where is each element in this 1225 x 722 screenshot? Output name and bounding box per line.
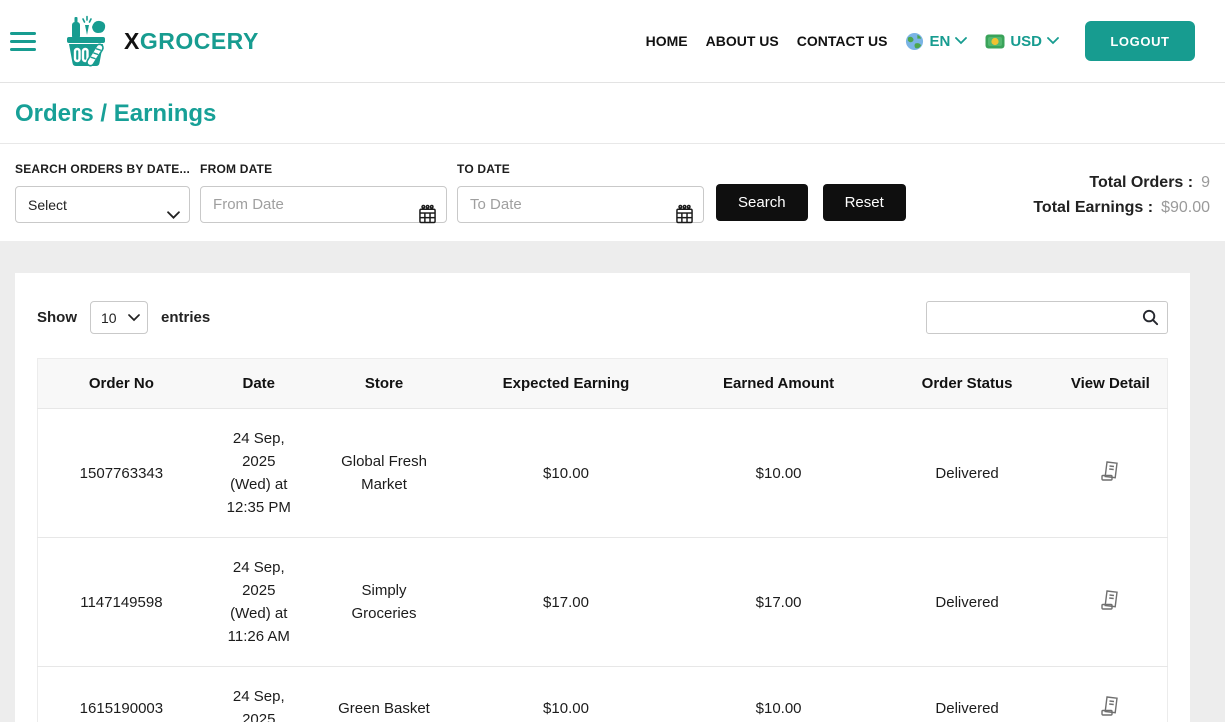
col-header-date: Date: [204, 358, 313, 409]
receipt-icon: [1101, 589, 1119, 610]
entries-label: entries: [161, 309, 211, 326]
view-detail-button[interactable]: [1096, 585, 1124, 618]
calendar-icon[interactable]: [674, 204, 695, 225]
view-detail-button[interactable]: [1096, 691, 1124, 722]
table-row: 1147149598 24 Sep, 2025 (Wed) at 11:26 A…: [37, 537, 1168, 667]
nav-home[interactable]: HOME: [646, 33, 688, 49]
chevron-down-icon: [955, 37, 968, 45]
top-header: XGROCERY HOME ABOUT US CONTACT US EN USD: [0, 0, 1225, 83]
to-date-field: TO DATE: [457, 162, 705, 225]
cell-store: Green Basket: [312, 666, 456, 722]
total-earnings-value: $90.00: [1161, 199, 1210, 216]
table-header-row: Order No Date Store Expected Earning Ear…: [37, 358, 1168, 409]
cell-order-status: Delivered: [880, 666, 1054, 722]
search-by-date-select[interactable]: Select: [15, 186, 191, 223]
search-by-date-label: SEARCH ORDERS BY DATE...: [15, 162, 191, 176]
cell-expected-earning: $10.00: [455, 408, 677, 538]
total-earnings-label: Total Earnings :: [1033, 199, 1154, 216]
to-date-input[interactable]: [457, 186, 705, 223]
table-controls: Show 10 entries: [37, 301, 1168, 334]
cell-earned-amount: $10.00: [676, 408, 881, 538]
receipt-icon: [1101, 460, 1119, 481]
from-date-label: FROM DATE: [200, 162, 273, 176]
from-date-field: FROM DATE: [200, 162, 448, 225]
nav-contact-us[interactable]: CONTACT US: [797, 33, 888, 49]
to-date-label: TO DATE: [457, 162, 511, 176]
receipt-icon: [1101, 695, 1119, 716]
cell-order-no: 1147149598: [37, 537, 205, 667]
cell-store: Global Fresh Market: [312, 408, 456, 538]
currency-selector[interactable]: USD: [985, 33, 1059, 50]
reset-button[interactable]: Reset: [822, 184, 906, 221]
search-button[interactable]: Search: [716, 184, 808, 221]
col-header-view-detail: View Detail: [1053, 358, 1168, 409]
language-selector[interactable]: EN: [905, 32, 968, 51]
brand-name[interactable]: XGROCERY: [124, 28, 259, 55]
show-label: Show: [37, 309, 77, 326]
col-header-earned-amount: Earned Amount: [676, 358, 881, 409]
cell-date: 24 Sep, 2025: [204, 666, 313, 722]
cell-order-no: 1615190003: [37, 666, 205, 722]
search-by-date-field: SEARCH ORDERS BY DATE... Select: [15, 162, 191, 223]
total-orders-value: 9: [1201, 174, 1210, 191]
logout-button[interactable]: LOGOUT: [1085, 21, 1195, 61]
language-label: EN: [929, 32, 951, 50]
title-bar: Orders / Earnings: [0, 83, 1225, 144]
totals-summary: Total Orders : 9 Total Earnings : $90.00: [1033, 162, 1210, 224]
cell-order-no: 1507763343: [37, 408, 205, 538]
nav-about-us[interactable]: ABOUT US: [706, 33, 779, 49]
chevron-down-icon: [1047, 37, 1059, 45]
total-orders-label: Total Orders :: [1089, 174, 1194, 191]
col-header-order-no: Order No: [37, 358, 205, 409]
cell-date: 24 Sep, 2025 (Wed) at 12:35 PM: [204, 408, 313, 538]
brand-x: X: [124, 27, 140, 54]
table-row: 1615190003 24 Sep, 2025 Green Basket $10…: [37, 666, 1168, 722]
cell-earned-amount: $17.00: [676, 537, 881, 667]
page-title: Orders / Earnings: [15, 100, 217, 127]
filters-bar: SEARCH ORDERS BY DATE... Select FROM DAT…: [0, 144, 1225, 241]
currency-label: USD: [1010, 32, 1042, 50]
col-header-store: Store: [312, 358, 456, 409]
col-header-expected-earning: Expected Earning: [455, 358, 677, 409]
cell-order-status: Delivered: [880, 408, 1054, 538]
search-icon[interactable]: [1141, 308, 1160, 327]
cell-order-status: Delivered: [880, 537, 1054, 667]
hamburger-menu-icon[interactable]: [10, 31, 36, 51]
orders-table-card: Show 10 entries Order No Date Store Expe…: [15, 273, 1190, 722]
brand-rest: GROCERY: [139, 27, 259, 54]
cell-earned-amount: $10.00: [676, 666, 881, 722]
main-nav: HOME ABOUT US CONTACT US EN USD LOGOUT: [646, 21, 1195, 61]
table-row: 1507763343 24 Sep, 2025 (Wed) at 12:35 P…: [37, 408, 1168, 538]
cell-store: Simply Groceries: [312, 537, 456, 667]
view-detail-button[interactable]: [1096, 456, 1124, 489]
cell-expected-earning: $17.00: [455, 537, 677, 667]
grocery-basket-logo-icon: [67, 15, 106, 67]
globe-icon: [906, 32, 924, 50]
cell-date: 24 Sep, 2025 (Wed) at 11:26 AM: [204, 537, 313, 667]
table-search-input[interactable]: [926, 301, 1168, 334]
orders-table: Order No Date Store Expected Earning Ear…: [37, 358, 1168, 722]
col-header-order-status: Order Status: [880, 358, 1054, 409]
filter-actions: Search Reset: [716, 162, 906, 221]
entries-per-page-select[interactable]: 10: [90, 301, 148, 334]
cell-expected-earning: $10.00: [455, 666, 677, 722]
calendar-icon[interactable]: [417, 204, 438, 225]
banknote-icon: [985, 34, 1005, 48]
from-date-input[interactable]: [200, 186, 448, 223]
